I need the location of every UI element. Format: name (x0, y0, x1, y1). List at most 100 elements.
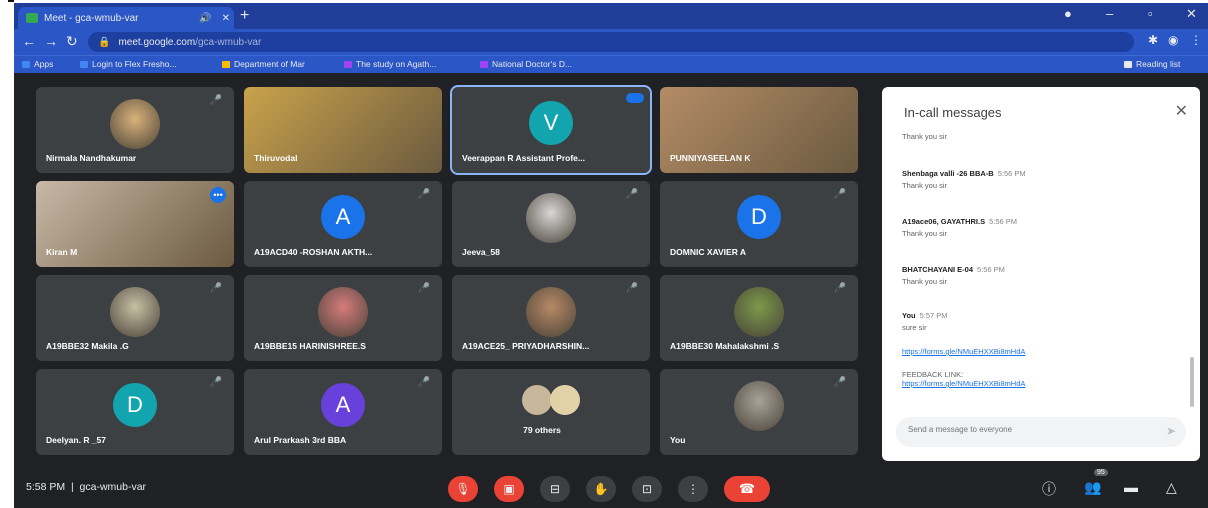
participant-name: A19BBE30 Mahalakshmi .S (670, 341, 780, 351)
participant-name: Jeeva_58 (462, 247, 500, 257)
extensions-icon[interactable]: ✱ (1148, 33, 1158, 47)
participant-tile[interactable]: A A19ACD40 -ROSHAN AKTH... 🎤 (244, 181, 442, 267)
participant-count-badge: 95 (1094, 469, 1108, 476)
minimize-icon[interactable]: – (1106, 6, 1113, 21)
close-tab-icon[interactable]: ✕ (222, 13, 230, 24)
url-host: meet.google.com (118, 36, 196, 48)
avatar: D (113, 383, 157, 427)
send-icon[interactable]: ➤ (1166, 424, 1176, 438)
mic-muted-icon: 🎤 (833, 189, 846, 200)
mic-off-icon: 🎙 (455, 482, 471, 496)
participant-tile[interactable]: You 🎤 (660, 369, 858, 455)
participant-tile[interactable]: A19BBE30 Mahalakshmi .S 🎤 (660, 275, 858, 361)
close-window-icon[interactable]: ✕ (1186, 6, 1197, 22)
participant-tile[interactable]: Jeeva_58 🎤 (452, 181, 650, 267)
avatar (318, 287, 368, 337)
info-icon[interactable]: ⓘ (1042, 479, 1056, 499)
avatar: D (737, 195, 781, 239)
avatar (522, 385, 552, 415)
participant-tile[interactable]: V Veerappan R Assistant Profe... (450, 85, 652, 175)
mic-off-button[interactable]: 🎙 (448, 476, 478, 502)
tab-title: Meet - gca-wmub-var (44, 12, 139, 24)
chat-input[interactable] (908, 425, 1138, 434)
participant-name: A19BBE15 HARINISHREE.S (254, 341, 366, 351)
camera-off-button[interactable]: ▣ (494, 476, 524, 502)
bookmark-national[interactable]: National Doctor's D... (480, 59, 572, 69)
apps-grid-icon (22, 60, 30, 68)
participant-tile[interactable]: A19BBE15 HARINISHREE.S 🎤 (244, 275, 442, 361)
mic-muted-icon: 🎤 (417, 283, 430, 294)
new-tab-button[interactable]: + (240, 7, 249, 25)
mic-muted-icon: 🎤 (209, 283, 222, 294)
maximize-icon[interactable]: ▫ (1148, 6, 1153, 21)
present-icon: ⊡ (641, 482, 653, 496)
avatar (526, 193, 576, 243)
chat-message: Thank you sir (902, 133, 948, 141)
avatar (734, 287, 784, 337)
participant-tile[interactable]: PUNNIYASEELAN K (660, 87, 858, 173)
participant-name: You (670, 435, 686, 445)
participant-tile[interactable]: Kiran M ••• (36, 181, 234, 267)
mic-muted-icon: 🎤 (417, 377, 430, 388)
chat-panel: In-call messages ✕ Thank you sir Shenbag… (882, 87, 1200, 461)
url-path: /gca-wmub-var (195, 36, 262, 48)
forward-icon[interactable]: → (44, 33, 58, 49)
participant-tile[interactable]: A19ACE25_ PRIYADHARSHIN... 🎤 (452, 275, 650, 361)
bookmark-icon (344, 60, 352, 68)
avatar (526, 287, 576, 337)
chat-scrollbar[interactable] (1190, 357, 1194, 407)
participant-name: DOMNIC XAVIER A (670, 247, 747, 257)
participant-tile[interactable]: D Deelyan. R _57 🎤 (36, 369, 234, 455)
bookmark-department[interactable]: Department of Mar (222, 59, 305, 69)
mic-muted-icon: 🎤 (209, 95, 222, 106)
participant-tile[interactable]: Nirmala Nandhakumar 🎤 (36, 87, 234, 173)
participant-tile[interactable]: Thiruvodal (244, 87, 442, 173)
bookmark-study[interactable]: The study on Agath... (344, 59, 436, 69)
chat-icon[interactable]: ▬ (1124, 479, 1138, 495)
people-icon[interactable]: 👥 (1084, 479, 1101, 496)
bookmark-apps[interactable]: Apps (22, 59, 53, 69)
activities-icon[interactable]: △ (1166, 479, 1177, 496)
participant-tile[interactable]: 79 others (452, 369, 650, 455)
chat-message: Shenbaga valli -26 BBA-B 5:56 PM Thank yo… (902, 169, 1026, 190)
avatar[interactable]: ◉ (1168, 33, 1178, 47)
participant-tile[interactable]: A19BBE32 Makila .G 🎤 (36, 275, 234, 361)
left-margin (0, 0, 14, 508)
more-vert-icon: ⋮ (687, 482, 699, 496)
bookmark-login[interactable]: Login to Flex Fresho... (80, 59, 177, 69)
message-list: Thank you sir Shenbaga valli -26 BBA-B 5:… (902, 133, 1172, 393)
raise-hand-button[interactable]: ✋ (586, 476, 616, 502)
leave-call-button[interactable]: ☎ (724, 476, 770, 502)
chat-message: FEEDBACK LINK: https://forms.gle/NMuEHXX… (902, 370, 1026, 388)
avatar (550, 385, 580, 415)
more-options-button[interactable]: ⋮ (678, 476, 708, 502)
speaker-icon: 🔊 (199, 12, 212, 24)
avatar (110, 99, 160, 149)
address-bar[interactable]: 🔒 meet.google.com/gca-wmub-var (88, 32, 1134, 52)
more-options-icon[interactable] (626, 93, 644, 103)
participant-tile[interactable]: A Arul Prarkash 3rd BBA 🎤 (244, 369, 442, 455)
participant-tile[interactable]: D DOMNIC XAVIER A 🎤 (660, 181, 858, 267)
participant-name: Veerappan R Assistant Profe... (462, 153, 585, 163)
feedback-link[interactable]: https://forms.gle/NMuEHXXBi8mHdA (902, 379, 1025, 388)
captions-button[interactable]: ⊟ (540, 476, 570, 502)
separator: | (68, 481, 80, 493)
tab-meet[interactable]: Meet - gca-wmub-var 🔊 ✕ (18, 7, 234, 29)
reload-icon[interactable]: ↻ (66, 33, 78, 50)
reading-list[interactable]: Reading list (1124, 59, 1180, 69)
camera-off-icon: ▣ (503, 482, 515, 496)
mic-muted-icon: 🎤 (209, 377, 222, 388)
avatar (110, 287, 160, 337)
navigation-bar: ← → ↻ 🔒 meet.google.com/gca-wmub-var ✱ ◉… (14, 29, 1208, 55)
profile-dot-icon[interactable]: ● (1064, 6, 1072, 21)
chat-input-box: ➤ (896, 417, 1186, 447)
present-button[interactable]: ⊡ (632, 476, 662, 502)
meet-favicon-icon (26, 13, 38, 23)
menu-icon[interactable]: ⋮ (1190, 33, 1202, 47)
close-icon[interactable]: ✕ (1175, 101, 1188, 121)
back-icon[interactable]: ← (22, 33, 36, 49)
mic-muted-icon: 🎤 (833, 283, 846, 294)
avatar (734, 381, 784, 431)
form-link[interactable]: https://forms.gle/NMuEHXXBi8mHdA (902, 347, 1025, 356)
participant-name: A19ACE25_ PRIYADHARSHIN... (462, 341, 590, 351)
